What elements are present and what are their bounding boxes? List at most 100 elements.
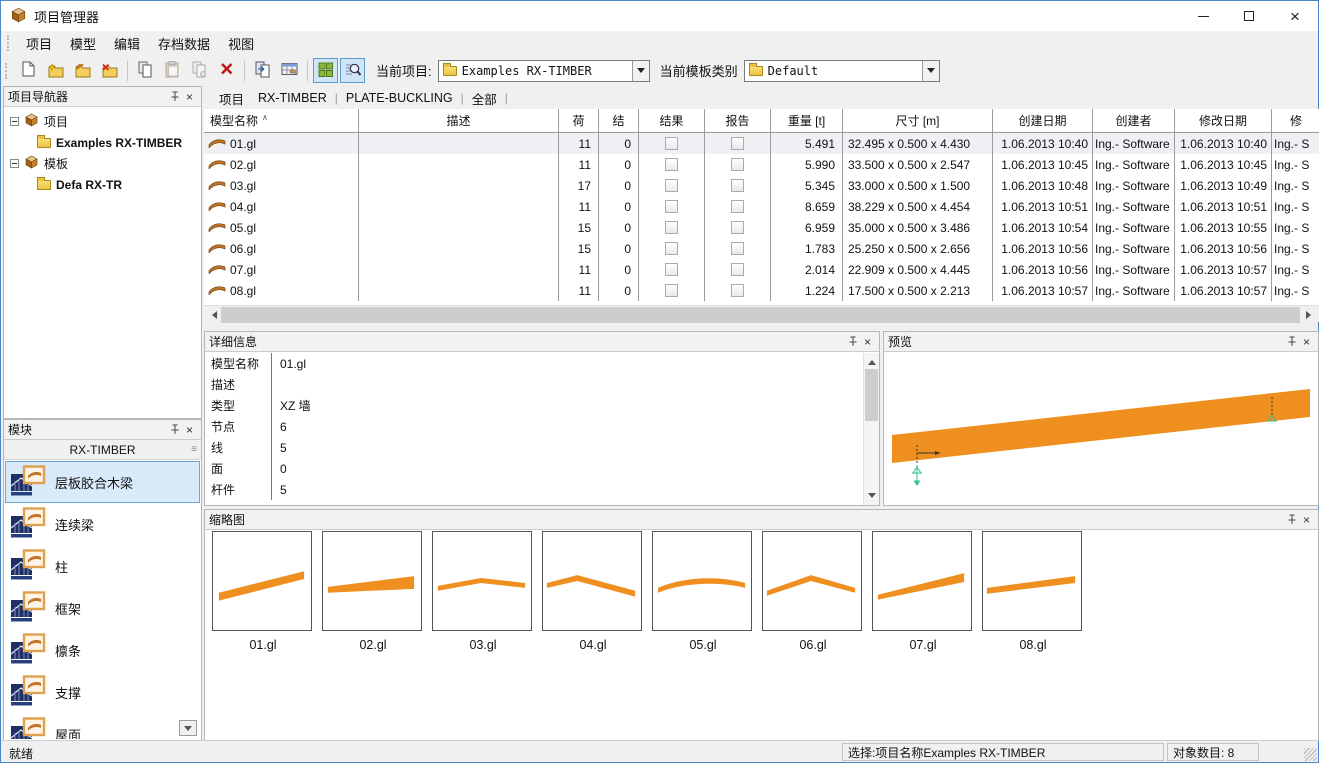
column-header-修[interactable]: 修 <box>1272 109 1319 132</box>
column-header-尺寸 [m][interactable]: 尺寸 [m] <box>843 109 993 132</box>
thumbnail-02.gl[interactable]: 02.gl <box>322 531 422 631</box>
results-checkbox[interactable] <box>665 284 678 297</box>
column-header-模型名称[interactable]: 模型名称∧ <box>204 109 359 132</box>
table-row-06.gl[interactable]: 06.gl1501.78325.250 x 0.500 x 2.6561.06.… <box>204 238 1319 259</box>
results-checkbox[interactable] <box>665 263 678 276</box>
pin-icon[interactable] <box>1284 334 1299 349</box>
results-checkbox[interactable] <box>665 221 678 234</box>
results-checkbox[interactable] <box>665 179 678 192</box>
model-name-cell[interactable]: 01.gl <box>204 133 359 154</box>
tree-expander-icon[interactable] <box>10 159 19 168</box>
menu-item-存档数据[interactable]: 存档数据 <box>149 31 219 56</box>
module-item-柱[interactable]: 柱 <box>5 545 200 587</box>
table-row-08.gl[interactable]: 08.gl1101.22417.500 x 0.500 x 2.2131.06.… <box>204 280 1319 301</box>
model-name-cell[interactable]: 03.gl <box>204 175 359 196</box>
column-header-结果[interactable]: 结果 <box>639 109 705 132</box>
tree-leaf[interactable]: Defa RX-TR <box>4 174 201 195</box>
model-name-cell[interactable]: 07.gl <box>204 259 359 280</box>
results-checkbox[interactable] <box>665 242 678 255</box>
table-row-04.gl[interactable]: 04.gl1108.65938.229 x 0.500 x 4.4541.06.… <box>204 196 1319 217</box>
modules-scroll-down-button[interactable] <box>179 720 197 736</box>
module-item-框架[interactable]: 框架 <box>5 587 200 629</box>
delete-project-button[interactable] <box>97 58 122 83</box>
table-row-03.gl[interactable]: 03.gl1705.34533.000 x 0.500 x 1.5001.06.… <box>204 175 1319 196</box>
scrollbar-thumb[interactable] <box>221 307 1300 323</box>
paste-button[interactable] <box>160 58 185 83</box>
report-checkbox[interactable] <box>731 200 744 213</box>
report-checkbox[interactable] <box>731 179 744 192</box>
thumbnail-01.gl[interactable]: 01.gl <box>212 531 312 631</box>
thumbnail-05.gl[interactable]: 05.gl <box>652 531 752 631</box>
scroll-down-arrow[interactable] <box>864 490 879 505</box>
column-header-荷[interactable]: 荷 <box>559 109 599 132</box>
dropdown-arrow-icon[interactable] <box>632 61 649 81</box>
results-checkbox[interactable] <box>665 137 678 150</box>
module-item-连续梁[interactable]: 连续梁 <box>5 503 200 545</box>
pin-icon[interactable] <box>845 334 860 349</box>
report-checkbox[interactable] <box>731 158 744 171</box>
model-name-cell[interactable]: 05.gl <box>204 217 359 238</box>
model-name-cell[interactable]: 08.gl <box>204 280 359 301</box>
close-icon[interactable]: × <box>1299 512 1314 527</box>
report-checkbox[interactable] <box>731 137 744 150</box>
tab-RX-TIMBER[interactable]: RX-TIMBER <box>251 89 334 107</box>
menu-item-模型[interactable]: 模型 <box>61 31 105 56</box>
archive-button[interactable] <box>277 58 302 83</box>
module-item-屋面[interactable]: 屋面 <box>5 713 200 739</box>
scroll-left-arrow[interactable] <box>204 307 221 323</box>
tab-PLATE-BUCKLING[interactable]: PLATE-BUCKLING <box>339 89 460 107</box>
pin-icon[interactable] <box>1284 512 1299 527</box>
scrollbar-thumb[interactable] <box>865 369 878 421</box>
menu-item-项目[interactable]: 项目 <box>17 31 61 56</box>
tree-node[interactable]: 项目 <box>4 111 201 132</box>
new-project-button[interactable] <box>43 58 68 83</box>
close-button[interactable]: × <box>1272 1 1318 31</box>
close-icon[interactable]: × <box>182 89 197 104</box>
template-category-combobox[interactable]: Default <box>744 60 940 82</box>
column-header-描述[interactable]: 描述 <box>359 109 559 132</box>
module-item-檩条[interactable]: 檩条 <box>5 629 200 671</box>
column-header-创建日期[interactable]: 创建日期 <box>993 109 1093 132</box>
new-model-button[interactable] <box>16 58 41 83</box>
group-menu-icon[interactable]: ≡ <box>191 444 197 455</box>
tree-node[interactable]: 模板 <box>4 153 201 174</box>
tree-expander-icon[interactable] <box>10 117 19 126</box>
delete-button[interactable] <box>214 58 239 83</box>
pin-icon[interactable] <box>167 89 182 104</box>
details-scrollbar[interactable] <box>863 353 879 505</box>
menu-item-视图[interactable]: 视图 <box>219 31 263 56</box>
column-header-修改日期[interactable]: 修改日期 <box>1175 109 1272 132</box>
duplicate-button[interactable] <box>187 58 212 83</box>
pin-icon[interactable] <box>167 422 182 437</box>
close-icon[interactable]: × <box>860 334 875 349</box>
report-checkbox[interactable] <box>731 284 744 297</box>
report-checkbox[interactable] <box>731 221 744 234</box>
module-item-支撑[interactable]: 支撑 <box>5 671 200 713</box>
close-icon[interactable]: × <box>1299 334 1314 349</box>
column-header-重量 [t][interactable]: 重量 [t] <box>771 109 843 132</box>
scroll-right-arrow[interactable] <box>1302 307 1319 323</box>
scroll-up-arrow[interactable] <box>864 353 879 368</box>
horizontal-scrollbar[interactable] <box>204 305 1319 322</box>
tab-全部[interactable]: 全部 <box>465 87 504 110</box>
model-name-cell[interactable]: 02.gl <box>204 154 359 175</box>
resize-grip[interactable] <box>1304 748 1317 761</box>
view-thumbnails-toggle[interactable] <box>313 58 338 83</box>
table-row-07.gl[interactable]: 07.gl1102.01422.909 x 0.500 x 4.4451.06.… <box>204 259 1319 280</box>
close-icon[interactable]: × <box>182 422 197 437</box>
report-checkbox[interactable] <box>731 263 744 276</box>
minimize-button[interactable] <box>1180 1 1226 31</box>
view-preview-toggle[interactable] <box>340 58 365 83</box>
module-item-层板胶合木梁[interactable]: 层板胶合木梁 <box>5 461 200 503</box>
model-name-cell[interactable]: 06.gl <box>204 238 359 259</box>
copy-button[interactable] <box>133 58 158 83</box>
report-checkbox[interactable] <box>731 242 744 255</box>
dropdown-arrow-icon[interactable] <box>922 61 939 81</box>
tab-项目[interactable]: 项目 <box>212 87 251 110</box>
table-row-01.gl[interactable]: 01.gl1105.49132.495 x 0.500 x 4.4301.06.… <box>204 133 1319 154</box>
thumbnail-07.gl[interactable]: 07.gl <box>872 531 972 631</box>
modules-group-bar[interactable]: RX-TIMBER ≡ <box>4 440 201 460</box>
edit-project-button[interactable] <box>70 58 95 83</box>
thumbnail-06.gl[interactable]: 06.gl <box>762 531 862 631</box>
current-project-combobox[interactable]: Examples RX-TIMBER <box>438 60 650 82</box>
